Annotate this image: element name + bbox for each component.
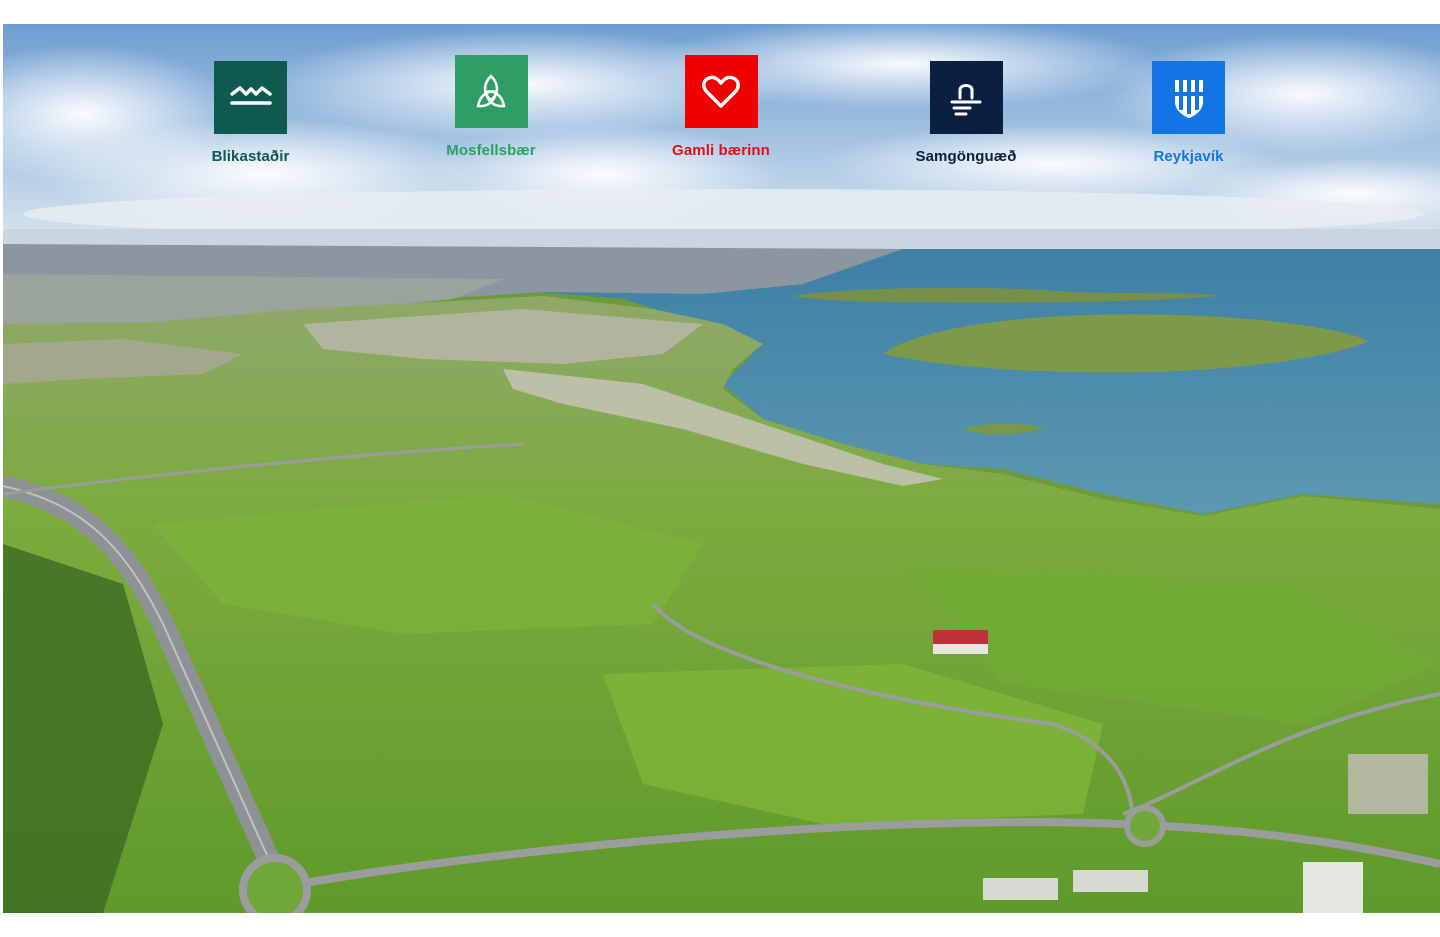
logo-gamli-baerinn[interactable]: Gamli bærinn xyxy=(668,55,774,159)
logo-reykjavik[interactable]: Reykjavík xyxy=(1152,61,1225,165)
logo-label-blikastadir: Blikastaðir xyxy=(211,148,290,165)
logo-samgonguaed[interactable]: Samgönguæð xyxy=(911,61,1021,165)
transit-line-icon xyxy=(929,61,1003,134)
triquetra-icon xyxy=(454,55,528,128)
logo-label-samgonguaed: Samgönguæð xyxy=(915,148,1017,165)
waves-icon xyxy=(214,61,287,134)
logo-label-reykjavik: Reykjavík xyxy=(1153,148,1224,165)
logo-blikastadir[interactable]: Blikastaðir xyxy=(211,61,290,165)
logo-label-mosfellsbaer: Mosfellsbær xyxy=(446,142,536,159)
logo-label-gamli-baerinn: Gamli bærinn xyxy=(672,142,770,159)
heart-icon xyxy=(684,55,758,128)
hero-photo: Blikastaðir Mosfellsbær Gamli bærinn Sam… xyxy=(3,24,1440,913)
logo-mosfellsbaer[interactable]: Mosfellsbær xyxy=(443,55,539,159)
reykjavik-shield-icon xyxy=(1152,61,1225,134)
logo-strip: Blikastaðir Mosfellsbær Gamli bærinn Sam… xyxy=(3,24,1440,194)
